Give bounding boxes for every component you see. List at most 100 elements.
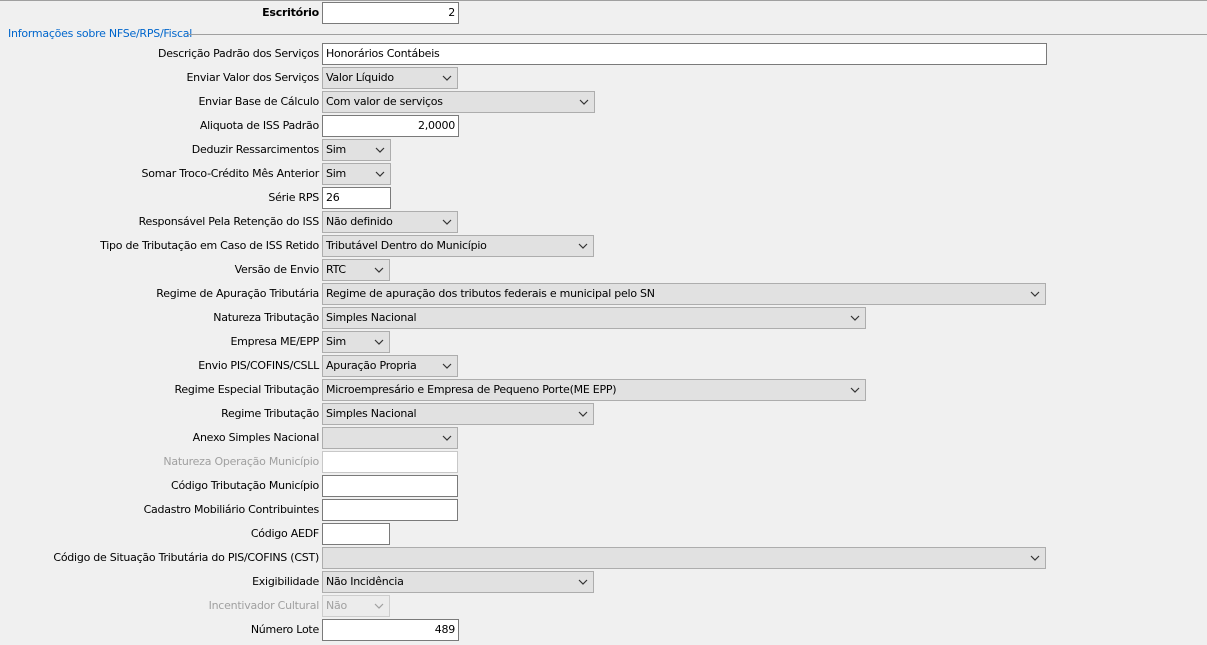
chevron-down-icon bbox=[442, 219, 452, 225]
regime-apuracao-select[interactable]: Regime de apuração dos tributos federais… bbox=[322, 283, 1046, 305]
chevron-down-icon bbox=[850, 315, 860, 321]
tipo-tributacao-value: Tributável Dentro do Município bbox=[326, 239, 487, 252]
responsavel-label: Responsável Pela Retenção do ISS bbox=[138, 215, 320, 228]
enviar-valor-label: Enviar Valor dos Serviços bbox=[186, 71, 319, 84]
natureza-operacao-label: Natureza Operação Município bbox=[163, 455, 319, 468]
natureza-tributacao-select[interactable]: Simples Nacional bbox=[322, 307, 866, 329]
chevron-down-icon bbox=[374, 603, 384, 609]
codigo-tributacao-label: Código Tributação Município bbox=[171, 479, 319, 492]
empresa-me-value: Sim bbox=[326, 335, 347, 348]
enviar-base-row: Enviar Base de Cálculo Com valor de serv… bbox=[0, 91, 1207, 113]
tipo-tributacao-select[interactable]: Tributável Dentro do Município bbox=[322, 235, 594, 257]
envio-pis-select[interactable]: Apuração Propria bbox=[322, 355, 458, 377]
responsavel-row: Responsável Pela Retenção do ISS Não def… bbox=[0, 211, 1207, 233]
regime-especial-row: Regime Especial Tributação Microempresár… bbox=[0, 379, 1207, 401]
deduzir-label: Deduzir Ressarcimentos bbox=[191, 143, 320, 156]
exigibilidade-value: Não Incidência bbox=[326, 575, 404, 588]
serie-rps-row: Série RPS 26 bbox=[0, 187, 1207, 209]
descricao-row: Descrição Padrão dos Serviços Honorários… bbox=[0, 43, 1207, 65]
envio-pis-row: Envio PIS/COFINS/CSLL Apuração Propria bbox=[0, 355, 1207, 377]
versao-envio-value: RTC bbox=[326, 263, 346, 276]
responsavel-value: Não definido bbox=[326, 215, 393, 228]
anexo-simples-select[interactable] bbox=[322, 427, 458, 449]
envio-pis-value: Apuração Propria bbox=[326, 359, 417, 372]
exigibilidade-row: Exigibilidade Não Incidência bbox=[0, 571, 1207, 593]
codigo-aedf-input[interactable] bbox=[322, 523, 390, 545]
section-divider bbox=[187, 34, 1207, 35]
responsavel-select[interactable]: Não definido bbox=[322, 211, 458, 233]
enviar-valor-select[interactable]: Valor Líquido bbox=[322, 67, 458, 89]
chevron-down-icon bbox=[374, 339, 384, 345]
enviar-valor-value: Valor Líquido bbox=[326, 71, 394, 84]
regime-tributacao-row: Regime Tributação Simples Nacional bbox=[0, 403, 1207, 425]
empresa-me-label: Empresa ME/EPP bbox=[230, 335, 319, 348]
cadastro-mobiliario-input[interactable] bbox=[322, 499, 458, 521]
descricao-input[interactable]: Honorários Contábeis bbox=[322, 43, 1047, 65]
natureza-tributacao-value: Simples Nacional bbox=[326, 311, 417, 324]
incentivador-label: Incentivador Cultural bbox=[208, 599, 320, 612]
chevron-down-icon bbox=[578, 579, 588, 585]
chevron-down-icon bbox=[442, 75, 452, 81]
incentivador-select: Não bbox=[322, 595, 390, 617]
codigo-cst-select[interactable] bbox=[322, 547, 1046, 569]
serie-rps-label: Série RPS bbox=[268, 191, 319, 204]
serie-rps-input[interactable]: 26 bbox=[322, 187, 391, 209]
natureza-operacao-row: Natureza Operação Município bbox=[0, 451, 1207, 473]
regime-apuracao-label: Regime de Apuração Tributária bbox=[156, 287, 319, 300]
aliquota-input[interactable]: 2,0000 bbox=[322, 115, 459, 137]
codigo-tributacao-input[interactable] bbox=[322, 475, 458, 497]
regime-tributacao-select[interactable]: Simples Nacional bbox=[322, 403, 594, 425]
regime-tributacao-value: Simples Nacional bbox=[326, 407, 417, 420]
versao-envio-select[interactable]: RTC bbox=[322, 259, 390, 281]
regime-especial-select[interactable]: Microempresário e Empresa de Pequeno Por… bbox=[322, 379, 866, 401]
codigo-cst-row: Código de Situação Tributária do PIS/COF… bbox=[0, 547, 1207, 569]
deduzir-select[interactable]: Sim bbox=[322, 139, 391, 161]
deduzir-row: Deduzir Ressarcimentos Sim bbox=[0, 139, 1207, 161]
codigo-tributacao-row: Código Tributação Município bbox=[0, 475, 1207, 497]
tipo-tributacao-row: Tipo de Tributação em Caso de ISS Retido… bbox=[0, 235, 1207, 257]
aliquota-label: Aliquota de ISS Padrão bbox=[199, 119, 319, 132]
exigibilidade-select[interactable]: Não Incidência bbox=[322, 571, 594, 593]
incentivador-value: Não bbox=[326, 599, 347, 612]
empresa-me-row: Empresa ME/EPP Sim bbox=[0, 331, 1207, 353]
anexo-simples-label: Anexo Simples Nacional bbox=[192, 431, 320, 444]
regime-especial-value: Microempresário e Empresa de Pequeno Por… bbox=[326, 383, 617, 396]
somar-troco-label: Somar Troco-Crédito Mês Anterior bbox=[141, 167, 320, 180]
section-title: Informações sobre NFSe/RPS/Fiscal bbox=[8, 27, 193, 40]
chevron-down-icon bbox=[374, 267, 384, 273]
codigo-aedf-row: Código AEDF bbox=[0, 523, 1207, 545]
chevron-down-icon bbox=[375, 147, 385, 153]
descricao-label: Descrição Padrão dos Serviços bbox=[158, 47, 319, 60]
enviar-base-select[interactable]: Com valor de serviços bbox=[322, 91, 595, 113]
envio-pis-label: Envio PIS/COFINS/CSLL bbox=[198, 359, 319, 372]
numero-lote-row: Número Lote 489 bbox=[0, 619, 1207, 641]
incentivador-row: Incentivador Cultural Não bbox=[0, 595, 1207, 617]
somar-troco-row: Somar Troco-Crédito Mês Anterior Sim bbox=[0, 163, 1207, 185]
deduzir-value: Sim bbox=[326, 143, 347, 156]
cadastro-mobiliario-row: Cadastro Mobiliário Contribuintes bbox=[0, 499, 1207, 521]
numero-lote-label: Número Lote bbox=[250, 623, 319, 636]
regime-apuracao-value: Regime de apuração dos tributos federais… bbox=[326, 287, 655, 300]
office-row: Escritório 2 bbox=[0, 2, 1207, 24]
chevron-down-icon bbox=[578, 411, 588, 417]
enviar-valor-row: Enviar Valor dos Serviços Valor Líquido bbox=[0, 67, 1207, 89]
chevron-down-icon bbox=[375, 171, 385, 177]
chevron-down-icon bbox=[1030, 555, 1040, 561]
regime-tributacao-label: Regime Tributação bbox=[221, 407, 319, 420]
empresa-me-select[interactable]: Sim bbox=[322, 331, 390, 353]
enviar-base-label: Enviar Base de Cálculo bbox=[198, 95, 319, 108]
office-label: Escritório bbox=[262, 6, 319, 19]
chevron-down-icon bbox=[578, 243, 588, 249]
regime-apuracao-row: Regime de Apuração Tributária Regime de … bbox=[0, 283, 1207, 305]
numero-lote-input[interactable]: 489 bbox=[322, 619, 459, 641]
codigo-cst-label: Código de Situação Tributária do PIS/COF… bbox=[53, 551, 319, 564]
natureza-tributacao-label: Natureza Tributação bbox=[213, 311, 319, 324]
somar-troco-value: Sim bbox=[326, 167, 347, 180]
enviar-base-value: Com valor de serviços bbox=[326, 95, 443, 108]
cadastro-mobiliario-label: Cadastro Mobiliário Contribuintes bbox=[143, 503, 320, 516]
chevron-down-icon bbox=[1030, 291, 1040, 297]
top-border bbox=[0, 0, 1207, 1]
office-input[interactable]: 2 bbox=[322, 2, 459, 24]
somar-troco-select[interactable]: Sim bbox=[322, 163, 391, 185]
regime-especial-label: Regime Especial Tributação bbox=[174, 383, 320, 396]
